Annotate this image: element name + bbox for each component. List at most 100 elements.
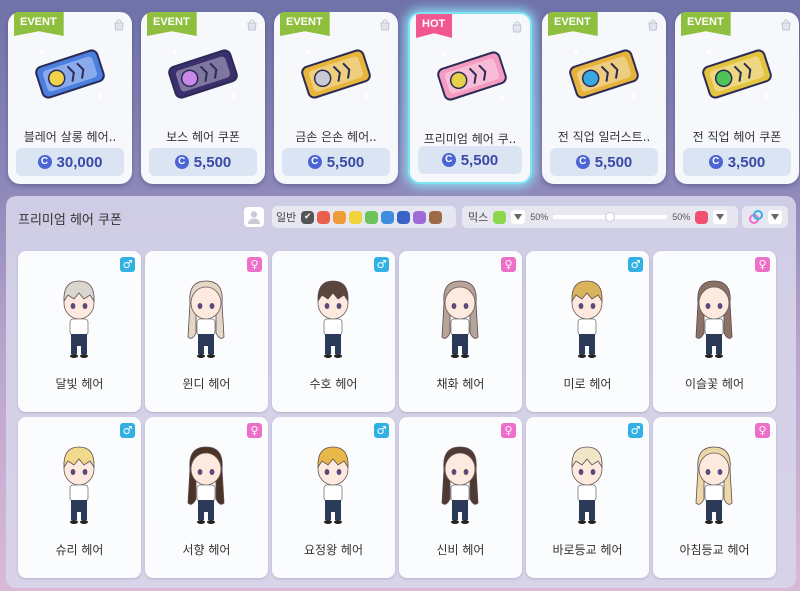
- coupon-card[interactable]: EVENT 보스 헤어 쿠폰 C 5,500: [141, 12, 265, 184]
- price-button[interactable]: C 5,500: [418, 146, 522, 174]
- hair-card[interactable]: ♂ 바로등교 헤어: [526, 417, 649, 578]
- color-swatch[interactable]: [397, 210, 411, 224]
- price-value: 3,500: [727, 153, 766, 171]
- price-button[interactable]: C 30,000: [16, 148, 124, 176]
- coupon-card[interactable]: HOT 프리미엄 헤어 쿠.. C 5,500: [408, 12, 532, 184]
- coin-icon: C: [441, 153, 456, 167]
- chevron-down-icon: [771, 214, 779, 220]
- coupon-name: 프리미엄 헤어 쿠..: [423, 132, 517, 146]
- shopping-bag-icon: [114, 19, 124, 31]
- color-swatch[interactable]: [349, 210, 363, 224]
- male-icon: ♂: [628, 423, 643, 438]
- hair-name: 바로등교 헤어: [552, 543, 623, 557]
- slider-knob[interactable]: [605, 212, 616, 222]
- coupon-item-icon: [569, 49, 639, 99]
- hair-card[interactable]: ♂ 슈리 헤어: [18, 417, 141, 578]
- panel-title: 프리미엄 헤어 쿠폰: [18, 213, 122, 228]
- event-badge: EVENT: [147, 12, 197, 36]
- price-value: 5,500: [326, 153, 365, 171]
- color-swatch[interactable]: [381, 210, 395, 224]
- mix-color-1-dropdown[interactable]: [511, 210, 526, 224]
- character-preview-button[interactable]: [243, 206, 265, 228]
- hair-name: 이슬꽃 헤어: [684, 377, 744, 391]
- coupon-card[interactable]: EVENT 블레어 살롱 헤어.. C 30,000: [8, 12, 132, 184]
- mix-color-1-swatch[interactable]: [493, 210, 507, 224]
- coupon-name: 금손 은손 헤어..: [295, 130, 377, 144]
- hair-card[interactable]: ♂ 요정왕 헤어: [272, 417, 395, 578]
- price-button[interactable]: C 5,500: [550, 148, 658, 176]
- female-icon: ♀: [247, 257, 262, 272]
- hair-card[interactable]: ♀ 서향 헤어: [145, 417, 268, 578]
- coupon-card[interactable]: EVENT 전 직업 일러스트.. C 5,500: [542, 12, 666, 184]
- character-avatar: [187, 280, 225, 358]
- coupon-name: 블레어 살롱 헤어..: [23, 130, 117, 144]
- hair-card[interactable]: ♀ 이슬꽃 헤어: [653, 251, 776, 412]
- hair-name: 윈디 헤어: [182, 377, 231, 391]
- male-icon: ♂: [628, 257, 643, 272]
- hair-name: 채화 헤어: [436, 377, 485, 391]
- mix-color-2-swatch[interactable]: [695, 210, 709, 224]
- hair-card[interactable]: ♀ 신비 헤어: [399, 417, 522, 578]
- mix-pct-right: 50%: [672, 212, 691, 222]
- character-avatar: [571, 446, 603, 524]
- coupon-strip: EVENT 블레어 살롱 헤어.. C 30,000 EVENT 보스 헤어 쿠…: [0, 0, 800, 192]
- coupon-card[interactable]: EVENT 금손 은손 헤어.. C 5,500: [274, 12, 398, 184]
- coupon-item-icon: [437, 51, 507, 101]
- hair-card[interactable]: ♂ 달빛 헤어: [18, 251, 141, 412]
- color-swatch-all[interactable]: ✔: [301, 210, 315, 224]
- character-avatar: [63, 280, 95, 358]
- coin-icon: C: [575, 155, 590, 169]
- coupon-card[interactable]: EVENT 전 직업 헤어 쿠폰 C 3,500: [675, 12, 799, 184]
- shopping-bag-icon: [247, 19, 257, 31]
- hair-card[interactable]: ♀ 아침등교 헤어: [653, 417, 776, 578]
- character-avatar: [63, 446, 95, 524]
- color-swatch[interactable]: [429, 210, 443, 224]
- hair-grid: ♂ 달빛 헤어 ♀ 윈디 헤어 ♂ 수호 헤어 ♀ 채화 헤어 ♂ 미로 헤어 …: [18, 251, 782, 578]
- chevron-down-icon: [514, 214, 523, 220]
- coupon-name: 전 직업 일러스트..: [557, 130, 651, 144]
- hair-card[interactable]: ♂ 수호 헤어: [272, 251, 395, 412]
- color-filter-label: 일반: [276, 211, 297, 224]
- color-swatch[interactable]: [317, 210, 331, 224]
- gender-filter-icon: [749, 210, 763, 224]
- color-swatch[interactable]: [333, 210, 347, 224]
- coupon-name: 보스 헤어 쿠폰: [166, 130, 240, 144]
- gender-filter-button[interactable]: [742, 206, 788, 228]
- mix-ratio-slider[interactable]: [553, 212, 668, 222]
- character-avatar: [571, 280, 603, 358]
- male-icon: ♂: [120, 257, 135, 272]
- coupon-item-icon: [301, 49, 371, 99]
- female-icon: ♀: [501, 423, 516, 438]
- hair-card[interactable]: ♂ 미로 헤어: [526, 251, 649, 412]
- coupon-item-icon: [35, 49, 105, 99]
- shopping-bag-icon: [380, 19, 390, 31]
- price-button[interactable]: C 5,500: [282, 148, 390, 176]
- chevron-down-icon: [716, 214, 725, 220]
- hair-card[interactable]: ♀ 채화 헤어: [399, 251, 522, 412]
- character-avatar: [317, 446, 349, 524]
- color-swatch[interactable]: [365, 210, 379, 224]
- character-avatar: [441, 280, 479, 358]
- hair-card[interactable]: ♀ 윈디 헤어: [145, 251, 268, 412]
- character-avatar: [187, 446, 225, 524]
- coupon-name: 전 직업 헤어 쿠폰: [692, 130, 782, 144]
- hair-name: 미로 헤어: [563, 377, 612, 391]
- coin-icon: C: [307, 155, 322, 169]
- gender-filter-dropdown[interactable]: [768, 210, 782, 224]
- coin-icon: C: [708, 155, 723, 169]
- male-icon: ♂: [374, 423, 389, 438]
- price-button[interactable]: C 3,500: [683, 148, 791, 176]
- event-badge: EVENT: [548, 12, 598, 36]
- hair-name: 요정왕 헤어: [303, 543, 363, 557]
- hair-name: 수호 헤어: [309, 377, 358, 391]
- hair-name: 슈리 헤어: [55, 543, 104, 557]
- male-icon: ♂: [120, 423, 135, 438]
- price-button[interactable]: C 5,500: [149, 148, 257, 176]
- event-badge: EVENT: [681, 12, 731, 36]
- mix-color-2-dropdown[interactable]: [713, 210, 728, 224]
- shopping-bag-icon: [648, 19, 658, 31]
- color-swatch[interactable]: [413, 210, 427, 224]
- hair-name: 신비 헤어: [436, 543, 485, 557]
- shopping-bag-icon: [781, 19, 791, 31]
- coupon-item-icon: [702, 49, 772, 99]
